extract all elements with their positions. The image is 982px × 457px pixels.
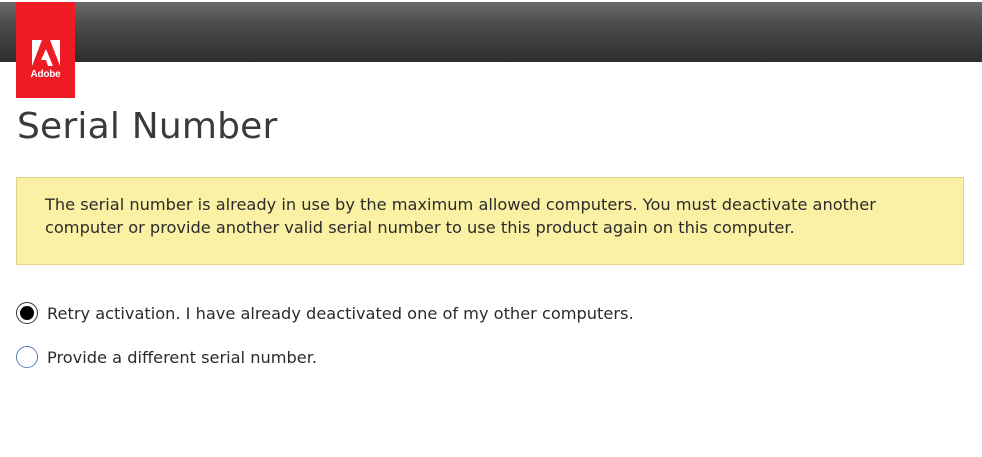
different-serial-radio[interactable] bbox=[16, 346, 38, 368]
header-bar bbox=[0, 2, 982, 62]
radio-selected-dot bbox=[20, 306, 34, 320]
warning-message-text: The serial number is already in use by t… bbox=[45, 195, 876, 237]
page-title: Serial Number bbox=[17, 106, 278, 147]
adobe-logo: Adobe bbox=[16, 2, 75, 98]
logo-wordmark: Adobe bbox=[30, 69, 61, 80]
different-serial-option[interactable]: Provide a different serial number. bbox=[16, 346, 317, 368]
retry-activation-option[interactable]: Retry activation. I have already deactiv… bbox=[16, 302, 634, 324]
adobe-a-icon bbox=[31, 40, 60, 66]
retry-activation-radio[interactable] bbox=[16, 302, 38, 324]
different-serial-label[interactable]: Provide a different serial number. bbox=[47, 348, 317, 367]
retry-activation-label[interactable]: Retry activation. I have already deactiv… bbox=[47, 304, 634, 323]
activation-window: Adobe Serial Number The serial number is… bbox=[0, 0, 982, 457]
warning-message: The serial number is already in use by t… bbox=[16, 177, 964, 265]
